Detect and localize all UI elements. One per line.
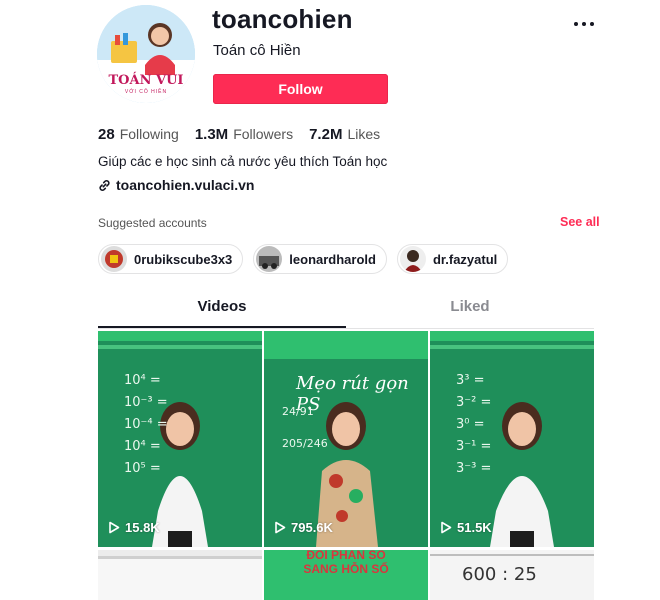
profile-link-text: toancohien.vulaci.vn <box>116 177 255 193</box>
account-avatar <box>101 246 127 272</box>
see-all-link[interactable]: See all <box>560 215 600 229</box>
view-count-text: 51.5K <box>457 520 492 535</box>
stat-following[interactable]: 28 Following <box>98 126 179 143</box>
avatar-brand: TOÁN VUI <box>108 73 184 88</box>
video-thumbnail[interactable] <box>98 550 262 600</box>
view-count: 51.5K <box>440 520 492 535</box>
account-name: dr.fazyatul <box>432 251 498 267</box>
stat-likes: 7.2M Likes <box>309 126 380 143</box>
stat-following-label: Following <box>119 126 179 142</box>
play-icon <box>275 521 286 534</box>
profile-avatar[interactable]: TOÁN VUI VỚI CÔ HIỀN <box>97 5 195 103</box>
profile-link[interactable]: toancohien.vulaci.vn <box>98 177 254 193</box>
video-thumbnail[interactable]: 3³ = 3⁻² = 3⁰ = 3⁻¹ = 3⁻³ = 51.5K <box>430 331 594 547</box>
video-thumbnail[interactable]: ĐỔI PHÂN SỐ SANG HỖN SỐ <box>264 550 428 600</box>
stat-following-count: 28 <box>98 126 115 143</box>
board-line: 3⁻² = <box>456 395 492 410</box>
video-thumbnail[interactable]: Mẹo rút gọn PS 24/91 205/246 795.6K <box>264 331 428 547</box>
suggested-account-chip[interactable]: dr.fazyatul <box>396 244 509 274</box>
video-grid: 10⁴ = 10⁻³ = 10⁻⁴ = 10⁴ = 10⁵ = 15.8K Mẹ… <box>98 331 594 600</box>
view-count: 795.6K <box>274 520 333 535</box>
account-avatar <box>399 246 426 272</box>
suggested-accounts-title: Suggested accounts <box>98 216 207 230</box>
board-line: 3³ = <box>456 373 485 388</box>
video-thumbnail[interactable]: 600 : 25 <box>430 550 594 600</box>
stat-likes-label: Likes <box>347 126 381 142</box>
view-count-text: 15.8K <box>125 520 160 535</box>
view-count-text: 795.6K <box>291 520 333 535</box>
stat-followers-label: Followers <box>233 126 294 142</box>
account-avatar <box>256 246 283 272</box>
board-line: 10⁴ = <box>124 373 161 388</box>
follow-button[interactable]: Follow <box>213 74 388 104</box>
active-tab-indicator <box>98 326 346 328</box>
board-line: 24/91 <box>282 405 314 418</box>
banner-line: SANG HỖN SỐ <box>303 562 389 576</box>
account-name: leonardharold <box>289 251 376 267</box>
suggested-account-chip[interactable]: leonardharold <box>253 244 387 274</box>
stat-likes-count: 7.2M <box>309 126 343 143</box>
board-line: 10⁻⁴ = <box>124 417 168 432</box>
profile-tabs: Videos Liked <box>98 298 594 329</box>
more-options-icon[interactable] <box>574 14 596 34</box>
play-icon <box>109 521 120 534</box>
video-thumbnail[interactable]: 10⁴ = 10⁻³ = 10⁻⁴ = 10⁴ = 10⁵ = 15.8K <box>98 331 262 547</box>
avatar-sub: VỚI CÔ HIỀN <box>124 89 168 95</box>
view-count: 15.8K <box>108 520 160 535</box>
board-line: 10⁴ = <box>124 439 161 454</box>
stat-followers[interactable]: 1.3M Followers <box>195 126 293 143</box>
board-line: 10⁵ = <box>124 461 161 476</box>
profile-username: toancohien <box>212 4 353 34</box>
board-line: 205/246 <box>282 437 328 450</box>
play-icon <box>441 521 452 534</box>
profile-bio: Giúp các e học sinh cả nước yêu thích To… <box>98 154 388 169</box>
stat-followers-count: 1.3M <box>194 126 229 143</box>
account-name: 0rubikscube3x3 <box>134 251 233 267</box>
board-line: 3⁻¹ = <box>456 439 492 454</box>
banner-line: ĐỔI PHÂN SỐ <box>306 550 386 562</box>
board-title: Mẹo rút gọn PS <box>296 373 409 415</box>
suggested-account-chip[interactable]: 0rubikscube3x3 <box>98 244 244 274</box>
profile-stats: 28 Following 1.3M Followers 7.2M Likes <box>98 126 396 143</box>
profile-nickname: Toán cô Hiền <box>213 42 301 59</box>
suggested-accounts-list: 0rubikscube3x3 leonardharold dr.fazyatul <box>98 244 509 274</box>
tab-videos[interactable]: Videos <box>98 298 346 315</box>
link-icon <box>99 179 110 191</box>
board-line: 3⁻³ = <box>456 461 492 476</box>
board-line: 10⁻³ = <box>124 395 168 410</box>
board-line: 3⁰ = <box>456 417 485 432</box>
tab-liked[interactable]: Liked <box>346 298 594 315</box>
board-line: 600 : 25 <box>462 564 537 585</box>
